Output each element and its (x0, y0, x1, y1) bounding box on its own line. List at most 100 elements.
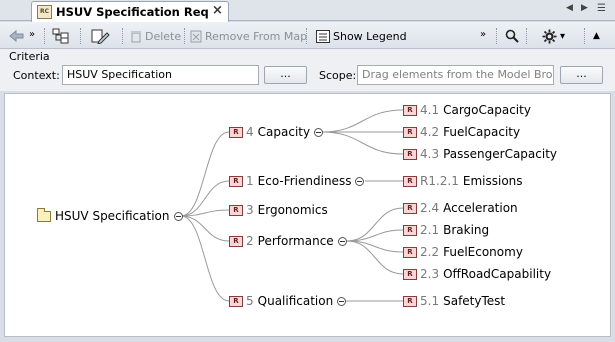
back-button[interactable] (8, 27, 26, 45)
remove-icon (190, 30, 202, 43)
root-node-hsuv-specification[interactable]: HSUV Specification (37, 207, 183, 224)
requirement-name: Acceleration (443, 201, 518, 215)
requirement-number: 2.4 (420, 201, 440, 215)
requirement-number: 3 (246, 203, 254, 217)
child-requirement-node[interactable]: R 4.2 FuelCapacity (403, 124, 520, 140)
requirement-number: 5 (246, 294, 254, 308)
root-label: HSUV Specification (55, 209, 170, 223)
requirement-node[interactable]: R 5 Qualification (229, 293, 347, 309)
requirement-name: Qualification (257, 294, 334, 308)
toolbar-separator (584, 28, 585, 44)
relation-map-canvas[interactable]: HSUV Specification R 4 Capacity R 4.1 CargoCap… (4, 93, 611, 337)
legend-icon (316, 29, 330, 43)
child-requirement-node[interactable]: R 4.3 PassengerCapacity (403, 146, 557, 162)
find-button[interactable] (505, 27, 519, 45)
show-legend-label: Show Legend (333, 29, 407, 43)
context-browse-button[interactable]: ... (264, 66, 307, 84)
toolbar-overflow-icon[interactable]: » (29, 25, 35, 43)
relation-edge (180, 131, 230, 217)
remove-from-map-label: Remove From Map (205, 29, 308, 43)
package-icon (37, 207, 51, 222)
requirement-name: PassengerCapacity (443, 147, 558, 161)
criteria-panel: Criteria Context: HSUV Specification ...… (0, 49, 615, 91)
requirement-number: 2.2 (420, 245, 440, 259)
toolbar-separator (44, 28, 45, 44)
requirement-node[interactable]: R 2 Performance (229, 233, 347, 249)
requirement-name: Capacity (257, 125, 311, 139)
remove-from-map-button[interactable]: Remove From Map (190, 27, 307, 45)
context-label: Context: (13, 69, 60, 82)
delete-button[interactable]: Delete (130, 27, 181, 45)
requirement-number: 2.3 (420, 267, 440, 281)
requirement-name: Ergonomics (257, 203, 328, 217)
toolbar-overflow-icon[interactable]: » (480, 25, 486, 43)
collapse-icon[interactable] (314, 127, 324, 137)
child-requirement-node[interactable]: R R1.2.1 Emissions (403, 173, 523, 189)
requirement-icon: R (403, 246, 417, 258)
child-requirement-node[interactable]: R 5.1 SafetyTest (403, 293, 505, 309)
close-icon[interactable]: × (212, 3, 223, 18)
tab-strip: RC HSUV Specification Requi... × ◀ ▶ ☰ (0, 0, 615, 22)
requirement-number: 1 (246, 174, 254, 188)
requirement-node[interactable]: R 4 Capacity (229, 124, 324, 140)
relation-edge (321, 131, 404, 155)
delete-label: Delete (145, 29, 182, 43)
requirements-map-window: RC HSUV Specification Requi... × ◀ ▶ ☰ »… (0, 0, 615, 342)
requirement-number: 2.1 (420, 223, 440, 237)
toolbar-separator (496, 28, 497, 44)
requirement-icon: R (403, 224, 417, 236)
edit-criteria-button[interactable] (90, 27, 110, 45)
edit-document-icon (91, 29, 110, 44)
requirement-node[interactable]: R 1 Eco-Friendiness (229, 173, 365, 189)
layout-button[interactable] (52, 27, 70, 45)
child-requirement-node[interactable]: R 2.3 OffRoadCapability (403, 266, 551, 282)
requirement-icon: R (403, 104, 417, 116)
collapse-toolbar-icon[interactable]: ▲ (593, 27, 600, 45)
child-requirement-node[interactable]: R 2.1 Braking (403, 222, 489, 238)
scroll-tabs-left-icon[interactable]: ◀ (566, 3, 573, 13)
relation-edge (346, 207, 404, 242)
requirement-number: 4 (246, 125, 254, 139)
requirement-name: Braking (443, 223, 490, 237)
relation-edge (321, 109, 404, 133)
scope-field[interactable]: Drag elements from the Model Browser (357, 65, 554, 85)
requirement-node[interactable]: R 3 Ergonomics (229, 202, 328, 218)
requirement-name: Eco-Friendiness (257, 174, 352, 188)
relation-edge (180, 215, 230, 242)
collapse-icon[interactable] (173, 211, 183, 221)
requirement-name: SafetyTest (443, 294, 506, 308)
collapse-icon[interactable] (355, 176, 365, 186)
requirement-icon: R (403, 126, 417, 138)
child-requirement-node[interactable]: R 4.1 CargoCapacity (403, 102, 531, 118)
tab-title: HSUV Specification Requi... (56, 5, 208, 19)
criteria-title: Criteria (9, 50, 50, 63)
requirement-icon: R (403, 268, 417, 280)
requirement-name: FuelCapacity (443, 125, 521, 139)
child-requirement-node[interactable]: R 2.4 Acceleration (403, 200, 518, 216)
collapse-icon[interactable] (337, 296, 347, 306)
requirement-icon: R (403, 202, 417, 214)
requirement-icon: R (403, 175, 417, 187)
show-legend-button[interactable]: Show Legend (316, 27, 407, 45)
toolbar-separator (526, 28, 527, 44)
scroll-tabs-right-icon[interactable]: ▶ (581, 3, 588, 13)
context-field[interactable]: HSUV Specification (62, 65, 259, 85)
scope-label: Scope: (319, 69, 357, 82)
scope-browse-button[interactable]: ... (560, 66, 603, 84)
hierarchy-icon (52, 28, 69, 44)
collapse-icon[interactable] (337, 236, 347, 246)
requirement-name: FuelEconomy (443, 245, 523, 259)
requirement-icon: R (403, 295, 417, 307)
gear-icon (542, 29, 557, 43)
requirement-name: Emissions (462, 174, 523, 188)
trash-icon (131, 31, 141, 43)
child-requirement-node[interactable]: R 2.2 FuelEconomy (403, 244, 523, 260)
toolbar-separator (80, 28, 81, 44)
toolbar-separator (184, 28, 185, 44)
requirement-number: 4.2 (420, 125, 440, 139)
tab-list-icon[interactable]: ☰ (597, 3, 606, 14)
requirement-number: 4.3 (420, 147, 440, 161)
requirement-icon: R (229, 204, 243, 216)
tab-hsuv-specification[interactable]: RC HSUV Specification Requi... × (31, 1, 229, 22)
options-button[interactable]: ▾ (542, 27, 565, 45)
